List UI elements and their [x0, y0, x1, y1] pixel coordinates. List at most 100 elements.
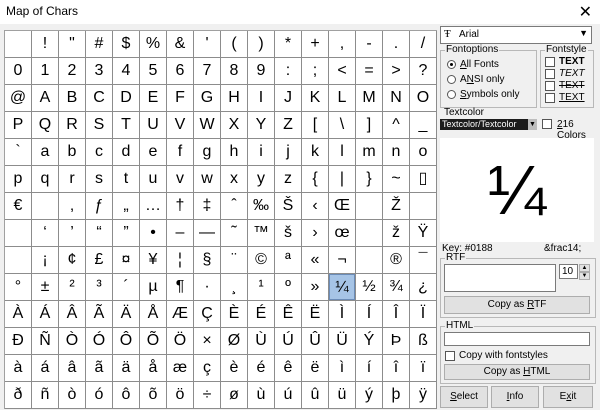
font-select[interactable]: Ŧ Arial ▼ — [440, 26, 592, 44]
char-cell[interactable]: - — [356, 31, 382, 57]
char-cell[interactable]: l — [329, 139, 355, 165]
rtf-output-field[interactable] — [444, 264, 556, 292]
char-cell[interactable]: n — [383, 139, 409, 165]
char-cell[interactable]: q — [32, 166, 58, 192]
char-cell[interactable]: h — [221, 139, 247, 165]
char-cell[interactable]: 3 — [86, 58, 112, 84]
char-cell[interactable]: Y — [248, 112, 274, 138]
char-cell[interactable]: E — [140, 85, 166, 111]
char-cell[interactable]: º — [275, 274, 301, 300]
char-cell[interactable]: b — [59, 139, 85, 165]
char-cell[interactable]: ä — [113, 355, 139, 381]
char-cell[interactable]: Þ — [383, 328, 409, 354]
char-cell[interactable]: ! — [32, 31, 58, 57]
char-cell[interactable]: S — [86, 112, 112, 138]
char-cell[interactable]: 7 — [194, 58, 220, 84]
char-cell[interactable]: T — [113, 112, 139, 138]
char-cell[interactable]: % — [140, 31, 166, 57]
info-button[interactable]: Info — [491, 386, 539, 408]
char-cell[interactable]: í — [356, 355, 382, 381]
char-cell[interactable]: ‘ — [32, 220, 58, 246]
char-cell[interactable]: Z — [275, 112, 301, 138]
char-cell[interactable]: ▯ — [410, 166, 436, 192]
select-button[interactable]: Select — [440, 386, 488, 408]
char-cell[interactable]: û — [302, 382, 328, 408]
char-cell[interactable]: ã — [86, 355, 112, 381]
char-cell[interactable] — [32, 193, 58, 219]
char-cell[interactable]: ë — [302, 355, 328, 381]
char-cell[interactable]: ) — [248, 31, 274, 57]
char-cell[interactable]: ì — [329, 355, 355, 381]
char-cell[interactable]: ™ — [248, 220, 274, 246]
char-cell[interactable]: ^ — [383, 112, 409, 138]
char-cell[interactable]: ú — [275, 382, 301, 408]
char-cell[interactable]: ø — [221, 382, 247, 408]
char-cell[interactable]: ù — [248, 382, 274, 408]
char-cell[interactable]: Ô — [113, 328, 139, 354]
char-cell[interactable]: ] — [356, 112, 382, 138]
char-cell[interactable]: \ — [329, 112, 355, 138]
char-cell[interactable]: w — [194, 166, 220, 192]
char-cell[interactable]: ® — [383, 247, 409, 273]
char-cell[interactable]: õ — [140, 382, 166, 408]
char-cell[interactable]: [ — [302, 112, 328, 138]
char-cell[interactable]: ÿ — [410, 382, 436, 408]
char-cell[interactable]: d — [113, 139, 139, 165]
char-cell[interactable]: á — [32, 355, 58, 381]
char-cell[interactable]: ³ — [86, 274, 112, 300]
char-cell[interactable]: « — [302, 247, 328, 273]
char-cell[interactable] — [5, 247, 31, 273]
char-cell[interactable]: P — [5, 112, 31, 138]
char-cell[interactable]: g — [194, 139, 220, 165]
char-cell[interactable]: é — [248, 355, 274, 381]
char-cell[interactable]: ­ — [356, 247, 382, 273]
char-cell[interactable]: c — [86, 139, 112, 165]
character-grid[interactable]: ! " # $% & '() * +, -./ 0 1 2 3 4 5 6 7 8 9:; < = >? @ A B C D E F G H… — [4, 30, 437, 409]
char-cell[interactable]: Î — [383, 301, 409, 327]
char-cell[interactable]: ó — [86, 382, 112, 408]
char-cell[interactable]: + — [302, 31, 328, 57]
char-cell[interactable]: ¹ — [248, 274, 274, 300]
char-cell[interactable]: ° — [5, 274, 31, 300]
char-cell[interactable] — [5, 220, 31, 246]
char-cell[interactable]: Æ — [167, 301, 193, 327]
char-cell[interactable]: J — [275, 85, 301, 111]
char-cell[interactable]: t — [113, 166, 139, 192]
char-cell[interactable]: m — [356, 139, 382, 165]
rtf-size-field[interactable]: 10 — [559, 264, 578, 279]
char-cell[interactable]: € — [5, 193, 31, 219]
char-cell[interactable]: a — [32, 139, 58, 165]
char-cell[interactable]: ÷ — [194, 382, 220, 408]
copy-html-button[interactable]: Copy as HTML — [444, 364, 590, 380]
italic-checkbox[interactable] — [545, 69, 555, 79]
char-cell[interactable]: . — [383, 31, 409, 57]
char-cell[interactable]: » — [302, 274, 328, 300]
copy-rtf-button[interactable]: Copy as RTF — [444, 296, 590, 314]
radio-symbols-only[interactable] — [447, 90, 456, 99]
char-cell[interactable]: # — [86, 31, 112, 57]
char-cell[interactable]: Ó — [86, 328, 112, 354]
size-down-icon[interactable]: ▼ — [579, 272, 590, 280]
char-cell[interactable]: ý — [356, 382, 382, 408]
char-cell[interactable]: Ë — [302, 301, 328, 327]
char-cell[interactable]: i — [248, 139, 274, 165]
char-cell[interactable]: Å — [140, 301, 166, 327]
char-cell[interactable]: 1 — [32, 58, 58, 84]
char-cell[interactable]: x — [221, 166, 247, 192]
char-cell[interactable]: W — [194, 112, 220, 138]
underline-checkbox[interactable] — [545, 93, 555, 103]
char-cell[interactable]: Ž — [383, 193, 409, 219]
char-cell[interactable]: × — [194, 328, 220, 354]
char-cell[interactable]: r — [59, 166, 85, 192]
char-cell[interactable]: @ — [5, 85, 31, 111]
char-cell[interactable]: ‹ — [302, 193, 328, 219]
char-cell[interactable]: H — [221, 85, 247, 111]
bold-checkbox[interactable] — [545, 57, 555, 67]
char-cell[interactable]: š — [275, 220, 301, 246]
char-cell[interactable]: ¶ — [167, 274, 193, 300]
char-cell[interactable]: ' — [194, 31, 220, 57]
char-cell[interactable] — [410, 193, 436, 219]
char-cell[interactable]: Ø — [221, 328, 247, 354]
char-cell[interactable]: ¼ — [329, 274, 355, 300]
char-cell[interactable]: À — [5, 301, 31, 327]
